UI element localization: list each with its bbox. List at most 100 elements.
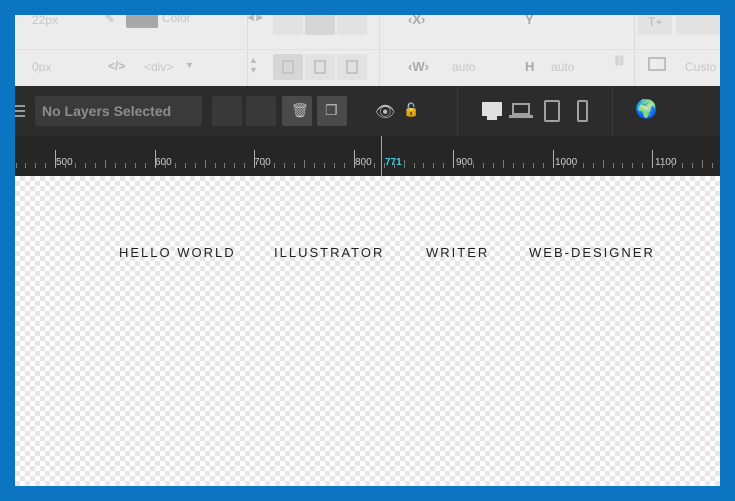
duplicate-icon: ❐ xyxy=(325,102,338,118)
ruler-tick xyxy=(592,163,594,168)
align-right-button[interactable] xyxy=(337,15,367,35)
layer-select[interactable]: No Layers Selected xyxy=(35,96,202,126)
ruler-tick xyxy=(363,163,365,168)
ruler-tick xyxy=(403,160,405,168)
unlock-icon[interactable]: 🔓 xyxy=(403,102,419,118)
custom-size-label[interactable]: Custo xyxy=(685,60,716,74)
align-center-button[interactable] xyxy=(305,15,335,35)
globe-edit-icon[interactable]: 🌍 xyxy=(635,99,657,120)
nav-item-writer[interactable]: WRITER xyxy=(426,245,489,260)
ruler-tick xyxy=(463,163,465,168)
ruler-tick xyxy=(15,163,17,168)
chevron-down-icon: ▼ xyxy=(185,60,194,70)
laptop-icon[interactable] xyxy=(512,103,530,115)
desktop-stand xyxy=(487,116,497,120)
ruler-tick xyxy=(423,163,425,168)
ruler-tick xyxy=(174,163,176,168)
ruler-tick xyxy=(373,163,375,168)
tag-select[interactable]: <div> xyxy=(144,60,173,74)
valign-top-icon xyxy=(282,60,294,74)
ruler-tick xyxy=(493,163,495,168)
laptop-base xyxy=(509,115,533,118)
trash-icon: 🗑 xyxy=(291,102,309,118)
toolbar-divider xyxy=(612,86,613,136)
ruler-tick xyxy=(433,163,435,168)
settings-panel: 22px ✎ Color ◀ ▶ ‹X› Y T+ 0px </> <div> … xyxy=(15,15,720,86)
ruler-tick xyxy=(244,163,246,168)
ruler-tick xyxy=(134,163,136,168)
text-plus-icon: T+ xyxy=(648,15,663,29)
eye-icon[interactable]: 👁 xyxy=(375,102,395,122)
ruler-tick xyxy=(264,163,266,168)
ruler-tick xyxy=(562,163,564,168)
w-label: ‹W› xyxy=(408,59,429,74)
nav-item-hello-world[interactable]: HELLO WORLD xyxy=(119,245,236,260)
layer-action-button[interactable] xyxy=(212,96,242,126)
ruler-tick xyxy=(45,163,47,168)
height-input[interactable]: auto xyxy=(551,60,574,74)
layer-action-button[interactable] xyxy=(246,96,276,126)
ruler-tick xyxy=(542,163,544,168)
ruler-tick xyxy=(55,150,57,168)
ruler-label: 700 xyxy=(254,157,271,168)
ruler-tick xyxy=(662,163,664,168)
ruler-tick xyxy=(503,160,504,168)
ruler-tick xyxy=(582,163,584,168)
pencil-icon: ✎ xyxy=(105,15,116,26)
vertical-arrows-icon: ▲ ▼ xyxy=(249,55,258,75)
ruler-tick xyxy=(473,163,475,168)
ruler-tick xyxy=(224,163,226,168)
ruler-tick xyxy=(513,163,514,168)
nav-item-illustrator[interactable]: ILLUSTRATOR xyxy=(274,245,384,260)
desktop-icon[interactable] xyxy=(482,102,502,116)
ruler-tick xyxy=(622,163,624,168)
phone-icon[interactable] xyxy=(577,100,588,122)
ruler-tick xyxy=(353,150,355,168)
ruler-tick xyxy=(702,160,703,168)
ruler-tick xyxy=(642,163,644,168)
text-transform-button[interactable]: T+ xyxy=(638,15,672,35)
ruler-label: 900 xyxy=(456,157,473,168)
ruler-label: 600 xyxy=(155,157,172,168)
valign-middle-icon xyxy=(314,60,326,74)
transparent-canvas[interactable]: HELLO WORLD ILLUSTRATOR WRITER WEB-DESIG… xyxy=(15,176,720,486)
color-label: Color xyxy=(162,15,191,25)
align-left-button[interactable] xyxy=(273,15,303,35)
ruler-tick xyxy=(692,163,694,168)
ruler-tick xyxy=(85,163,87,168)
ruler-tick xyxy=(532,163,534,168)
ruler-tick xyxy=(304,160,305,168)
ruler-tick xyxy=(343,163,345,168)
ruler-tick xyxy=(284,163,286,168)
ruler-tick xyxy=(682,163,684,168)
ruler-position-marker[interactable] xyxy=(381,136,382,176)
ruler-tick xyxy=(254,150,256,168)
ruler-tick xyxy=(65,163,67,168)
ruler-label: 1100 xyxy=(655,157,677,168)
duplicate-layer-button[interactable]: ❐ xyxy=(317,96,347,126)
layer-toolbar: No Layers Selected 🗑 ❐ 👁 🔓 🌍 xyxy=(15,86,720,136)
settings-row-2: 0px </> <div> ▼ ▲ ▼ ‹W› auto H auto ⛓ Cus… xyxy=(15,49,720,83)
ruler-tick xyxy=(124,163,126,168)
menu-icon[interactable] xyxy=(15,105,25,117)
ruler-tick xyxy=(115,163,116,168)
font-size-input[interactable]: 22px xyxy=(32,15,58,27)
ruler-tick xyxy=(25,163,27,168)
code-icon: </> xyxy=(108,59,126,73)
ruler-tick xyxy=(75,163,77,168)
delete-layer-button[interactable]: 🗑 xyxy=(282,96,312,126)
settings-extra-button[interactable] xyxy=(676,15,720,35)
horizontal-ruler: 500 600 700 800 771 900 1000 1100 xyxy=(15,136,720,176)
valign-bottom-button[interactable] xyxy=(337,54,367,80)
valign-middle-button[interactable] xyxy=(305,54,335,80)
h-label: H xyxy=(525,59,535,74)
nav-item-web-designer[interactable]: WEB-DESIGNER xyxy=(529,245,655,260)
tablet-icon[interactable] xyxy=(544,100,560,122)
padding-input[interactable]: 0px xyxy=(32,60,51,74)
width-input[interactable]: auto xyxy=(452,60,475,74)
color-swatch[interactable] xyxy=(126,15,158,28)
valign-top-button[interactable] xyxy=(273,54,303,80)
lock-ratio-icon[interactable]: ⛓ xyxy=(613,56,626,67)
ruler-tick xyxy=(323,163,325,168)
ruler-tick xyxy=(314,163,315,168)
